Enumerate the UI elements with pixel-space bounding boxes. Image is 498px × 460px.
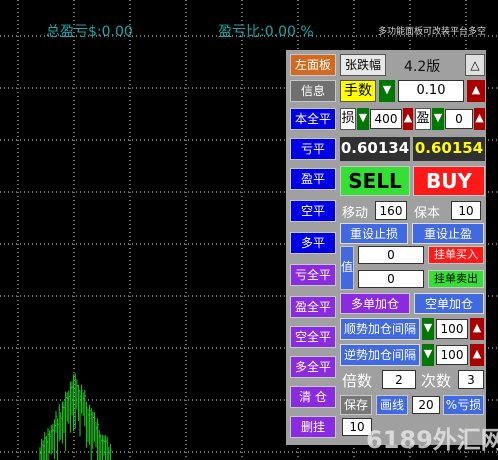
multiplier-input[interactable]: 2 [382, 370, 416, 389]
sl-decrease-icon[interactable]: ▼ [357, 108, 369, 130]
buy-button[interactable]: BUY [413, 166, 485, 196]
counter-interval-increase-icon[interactable]: ▲ [470, 344, 484, 366]
profit-all-close-button[interactable]: 盈全平 [290, 296, 336, 318]
long-add-button[interactable]: 多单加仓 [340, 293, 410, 314]
count-label: 次数 [421, 372, 452, 390]
reset-tp-button[interactable]: 重设止盈 [412, 223, 484, 244]
ask-price: 0.60154 [413, 137, 485, 161]
counter-interval-decrease-icon[interactable]: ▼ [422, 344, 434, 366]
left-panel-button[interactable]: 左面板 [290, 54, 336, 76]
version-label: 4.2版 [404, 59, 441, 75]
tp-decrease-icon[interactable]: ▼ [432, 108, 444, 130]
breakeven-input[interactable]: 10 [451, 201, 481, 220]
pending-price-input-2[interactable]: 0 [358, 270, 424, 288]
tp-label: 盈 [415, 108, 431, 130]
percent-input[interactable]: 20 [412, 396, 440, 414]
trade-panel: 左面板 张跌幅 4.2版 △ 信息 手数 ▼ 0.10 ▲ 本全平 损 ▼ 40… [286, 50, 486, 445]
pending-buy-button[interactable]: 挂单买入 [428, 246, 484, 264]
delete-pending-button[interactable]: 删挂 [290, 416, 336, 438]
bid-price: 0.60134 [340, 137, 410, 161]
pnl-ratio-text: 盈亏比:0.00 % [218, 24, 314, 40]
profit-close-button[interactable]: 盈平 [290, 168, 336, 190]
draw-line-button[interactable]: 画线 [376, 395, 408, 415]
sell-button[interactable]: SELL [340, 166, 410, 196]
watermark: 6189外汇网 [366, 426, 498, 454]
breakeven-label: 保本 [414, 206, 441, 221]
counter-interval-input[interactable]: 100 [436, 345, 468, 365]
save-button[interactable]: 保存 [340, 395, 372, 415]
loss-close-button[interactable]: 亏平 [290, 138, 336, 160]
loss-all-close-button[interactable]: 亏全平 [290, 264, 336, 286]
lots-label: 手数 [340, 80, 376, 102]
short-close-button[interactable]: 空平 [290, 200, 336, 222]
pending-price-input-1[interactable]: 0 [358, 246, 424, 264]
value-label: 值 [340, 246, 354, 290]
trend-interval-decrease-icon[interactable]: ▼ [422, 318, 434, 340]
count-input[interactable]: 3 [458, 370, 484, 389]
sl-input[interactable]: 400 [370, 109, 402, 129]
lots-increase-icon[interactable]: ▲ [467, 80, 485, 102]
pending-sell-button[interactable]: 挂单卖出 [428, 270, 484, 288]
lots-decrease-icon[interactable]: ▼ [379, 80, 395, 102]
info-button[interactable]: 信息 [290, 80, 336, 102]
trailing-input[interactable]: 160 [375, 201, 407, 220]
long-all-close-button[interactable]: 多全平 [290, 356, 336, 378]
trend-interval-input[interactable]: 100 [436, 319, 468, 339]
sl-label: 损 [340, 108, 356, 130]
percent-loss-button[interactable]: %亏损 [443, 395, 484, 415]
short-all-close-button[interactable]: 空全平 [290, 326, 336, 348]
trend-interval-label: 顺势加仓间隔 [340, 318, 420, 340]
reset-sl-button[interactable]: 重设止损 [340, 223, 408, 244]
close-all-button[interactable]: 本全平 [290, 108, 336, 130]
header-right-text: 多功能面板可改装平台多空 [377, 27, 486, 37]
clear-all-button[interactable]: 清 仓 [290, 386, 336, 408]
counter-interval-label: 逆势加仓间隔 [340, 344, 420, 366]
multiplier-label: 倍数 [342, 372, 373, 390]
sl-increase-icon[interactable]: ▲ [403, 108, 413, 130]
tp-increase-icon[interactable]: ▲ [474, 108, 485, 130]
short-add-button[interactable]: 空单加仓 [414, 293, 484, 314]
trend-interval-increase-icon[interactable]: ▲ [470, 318, 484, 340]
collapse-icon[interactable]: △ [465, 54, 485, 76]
lots-input[interactable]: 0.10 [398, 80, 464, 102]
price-change-tab[interactable]: 张跌幅 [340, 54, 386, 76]
total-pnl-text: 总盈亏$:0.00 [46, 24, 133, 40]
long-close-button[interactable]: 多平 [290, 232, 336, 254]
trailing-label: 移动 [342, 206, 369, 221]
tp-input[interactable]: 0 [445, 109, 473, 129]
